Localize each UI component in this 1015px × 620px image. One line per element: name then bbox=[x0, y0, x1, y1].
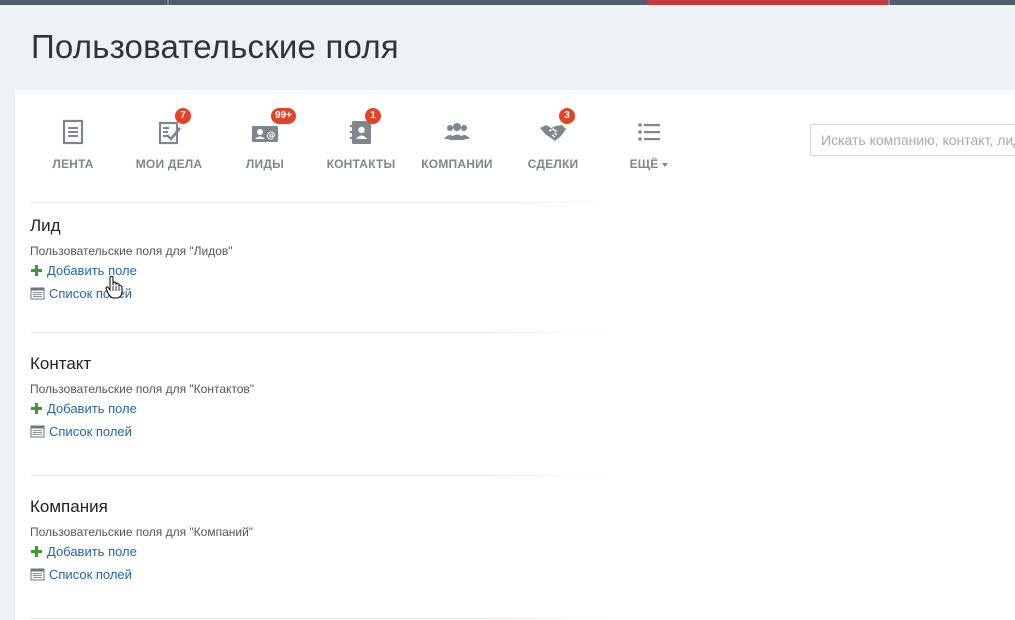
nav-item-label: МОИ ДЕЛА bbox=[135, 157, 203, 171]
top-bar-separator bbox=[888, 0, 890, 5]
nav-item-label: КОМПАНИИ bbox=[421, 157, 493, 171]
list-icon bbox=[30, 568, 45, 581]
contacts-badge: 1 bbox=[365, 108, 381, 124]
deals-badge: 3 bbox=[559, 108, 575, 124]
field-list-link[interactable]: Список полей bbox=[49, 424, 132, 439]
section-contact: Контакт Пользовательские поля для "Конта… bbox=[30, 354, 630, 442]
section-company: Компания Пользовательские поля для "Комп… bbox=[30, 497, 630, 585]
page-title: Пользовательские поля bbox=[31, 28, 399, 65]
section-title: Лид bbox=[30, 216, 61, 235]
section-description: Пользовательские поля для "Компаний" bbox=[30, 525, 254, 539]
field-list-link[interactable]: Список полей bbox=[49, 567, 132, 582]
field-list-row: Список полей bbox=[30, 421, 630, 442]
feed-icon bbox=[59, 118, 87, 146]
search-input[interactable] bbox=[810, 124, 1015, 156]
tasks-badge: 7 bbox=[175, 108, 191, 124]
nav-item-companies[interactable]: КОМПАНИИ bbox=[409, 108, 505, 188]
field-list-link[interactable]: Список полей bbox=[49, 286, 132, 301]
plus-icon bbox=[31, 265, 42, 276]
main-panel: ЛЕНТА 7 МОИ ДЕЛА @ 99+ ЛИДЫ 1 КОНТАКТЫ К… bbox=[15, 90, 1015, 620]
nav-item-leads[interactable]: @ 99+ ЛИДЫ bbox=[217, 108, 313, 188]
top-bar bbox=[0, 0, 1015, 5]
top-bar-separator bbox=[167, 0, 169, 5]
add-field-row: Добавить поле bbox=[30, 541, 630, 562]
top-bar-accent bbox=[647, 0, 888, 5]
divider bbox=[30, 332, 1015, 333]
leads-badge: 99+ bbox=[271, 108, 296, 124]
nav-item-label: ЛИДЫ bbox=[245, 157, 285, 171]
section-lead: Лид Пользовательские поля для "Лидов" До… bbox=[30, 216, 630, 304]
nav-item-tasks[interactable]: 7 МОИ ДЕЛА bbox=[121, 108, 217, 188]
nav-item-label: ЛЕНТА bbox=[52, 157, 94, 171]
section-description: Пользовательские поля для "Лидов" bbox=[30, 244, 233, 258]
field-list-row: Список полей bbox=[30, 564, 630, 585]
nav-item-label: СДЕЛКИ bbox=[527, 157, 579, 171]
nav-item-deals[interactable]: 3 СДЕЛКИ bbox=[505, 108, 601, 188]
section-description: Пользовательские поля для "Контактов" bbox=[30, 382, 255, 396]
add-field-row: Добавить поле bbox=[30, 260, 630, 281]
nav-item-feed[interactable]: ЛЕНТА bbox=[25, 108, 121, 188]
plus-icon bbox=[31, 546, 42, 557]
svg-text:@: @ bbox=[267, 131, 276, 141]
divider bbox=[30, 618, 1015, 619]
more-icon bbox=[635, 118, 663, 146]
nav-item-contacts[interactable]: 1 КОНТАКТЫ bbox=[313, 108, 409, 188]
divider bbox=[30, 475, 1015, 476]
list-icon bbox=[30, 425, 45, 438]
nav-item-label: КОНТАКТЫ bbox=[326, 157, 396, 171]
list-icon bbox=[30, 287, 45, 300]
add-field-link[interactable]: Добавить поле bbox=[47, 544, 137, 559]
companies-icon bbox=[443, 118, 471, 146]
nav-item-more[interactable]: ЕЩЁ bbox=[601, 108, 697, 188]
add-field-row: Добавить поле bbox=[30, 398, 630, 419]
field-list-row: Список полей bbox=[30, 283, 630, 304]
nav-item-more-label: ЕЩЁ bbox=[601, 157, 697, 171]
plus-icon bbox=[31, 403, 42, 414]
divider bbox=[30, 202, 1015, 203]
add-field-link[interactable]: Добавить поле bbox=[47, 263, 137, 278]
section-title: Контакт bbox=[30, 354, 92, 373]
nav-item-label: ЕЩЁ bbox=[629, 157, 659, 171]
chevron-down-icon bbox=[662, 162, 669, 167]
crm-toolbar: ЛЕНТА 7 МОИ ДЕЛА @ 99+ ЛИДЫ 1 КОНТАКТЫ К… bbox=[15, 90, 1015, 200]
section-title: Компания bbox=[30, 497, 108, 516]
add-field-link[interactable]: Добавить поле bbox=[47, 401, 137, 416]
